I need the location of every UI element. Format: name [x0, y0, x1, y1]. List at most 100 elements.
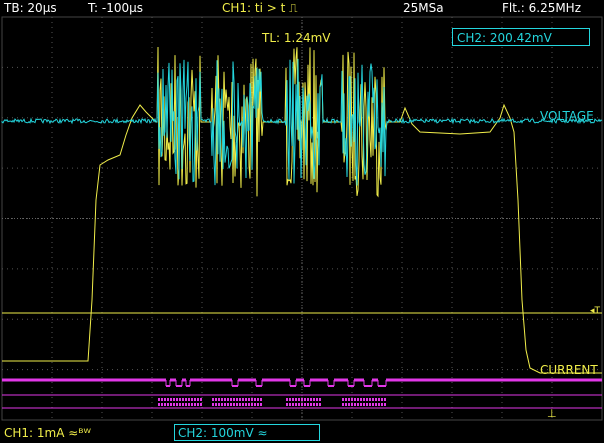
digital-packet-mark: [369, 403, 371, 406]
status-bar: TB: 20µs T: -100µs CH1: ti > t ⎍ 25MSa F…: [0, 0, 604, 16]
digital-packet-mark: [304, 403, 306, 406]
digital-packet-mark: [179, 398, 181, 401]
digital-packet-mark: [191, 403, 193, 406]
digital-packet-mark: [342, 398, 344, 401]
digital-packet-mark: [173, 403, 175, 406]
digital-packet-mark: [200, 398, 202, 401]
digital-packet-mark: [176, 403, 178, 406]
digital-packet-mark: [357, 398, 359, 401]
digital-packet-mark: [354, 403, 356, 406]
digital-packet-mark: [212, 398, 214, 401]
digital-packet-mark: [319, 398, 321, 401]
digital-packet-mark: [363, 403, 365, 406]
digital-packet-mark: [375, 403, 377, 406]
digital-packet-mark: [164, 403, 166, 406]
digital-packet-mark: [170, 398, 172, 401]
digital-packet-mark: [357, 403, 359, 406]
digital-packet-mark: [286, 398, 288, 401]
digital-packet-mark: [342, 403, 344, 406]
digital-packet-mark: [295, 403, 297, 406]
digital-packet-mark: [242, 398, 244, 401]
digital-packet-mark: [239, 403, 241, 406]
digital-packet-mark: [345, 403, 347, 406]
digital-packet-mark: [236, 398, 238, 401]
digital-packet-mark: [310, 398, 312, 401]
digital-packet-mark: [316, 398, 318, 401]
digital-packet-mark: [360, 398, 362, 401]
ch2-measurement-box[interactable]: CH2: 200.42mV: [452, 28, 590, 46]
digital-packet-mark: [257, 398, 259, 401]
digital-packet-mark: [170, 403, 172, 406]
digital-packet-mark: [194, 403, 196, 406]
digital-packet-mark: [173, 398, 175, 401]
ch2-scale-readout[interactable]: CH2: 100mV ≈: [174, 424, 320, 441]
digital-packet-mark: [215, 403, 217, 406]
digital-packet-mark: [245, 398, 247, 401]
digital-packet-mark: [384, 398, 386, 401]
digital-packet-mark: [233, 398, 235, 401]
digital-packet-mark: [158, 403, 160, 406]
digital-packet-mark: [179, 403, 181, 406]
digital-packet-mark: [348, 403, 350, 406]
digital-packet-mark: [360, 403, 362, 406]
digital-packet-mark: [366, 403, 368, 406]
digital-packet-mark: [369, 398, 371, 401]
digital-packet-mark: [227, 403, 229, 406]
digital-packet-mark: [372, 403, 374, 406]
digital-packet-mark: [215, 398, 217, 401]
digital-packet-mark: [260, 403, 262, 406]
digital-packet-mark: [251, 403, 253, 406]
ground-marker-icon[interactable]: ⊥: [547, 407, 557, 420]
oscilloscope-screen: TB: 20µs T: -100µs CH1: ti > t ⎍ 25MSa F…: [0, 0, 604, 443]
digital-packet-mark: [295, 398, 297, 401]
digital-packet-mark: [194, 398, 196, 401]
digital-packet-mark: [378, 403, 380, 406]
digital-packet-mark: [345, 398, 347, 401]
digital-packet-mark: [167, 403, 169, 406]
current-trace-label: CURRENT: [540, 363, 598, 377]
trigger-condition-readout[interactable]: CH1: ti > t ⎍: [222, 0, 298, 16]
digital-packet-mark: [161, 403, 163, 406]
filter-readout[interactable]: Flt.: 6.25MHz: [502, 0, 581, 16]
digital-packet-mark: [188, 403, 190, 406]
digital-packet-mark: [298, 398, 300, 401]
digital-packet-mark: [298, 403, 300, 406]
digital-packet-mark: [381, 403, 383, 406]
digital-packet-mark: [185, 398, 187, 401]
digital-packet-mark: [363, 398, 365, 401]
digital-packet-mark: [218, 403, 220, 406]
digital-packet-mark: [381, 398, 383, 401]
digital-packet-mark: [351, 403, 353, 406]
digital-packet-mark: [227, 398, 229, 401]
digital-packet-mark: [289, 398, 291, 401]
digital-packet-mark: [292, 398, 294, 401]
trigger-level-marker-icon[interactable]: ◂T: [590, 306, 600, 316]
sample-rate-readout: 25MSa: [403, 1, 444, 15]
digital-packet-mark: [301, 403, 303, 406]
digital-packet-mark: [242, 403, 244, 406]
ch1-scale-readout[interactable]: CH1: 1mA ≈ᴮᵂ: [4, 423, 91, 443]
digital-packet-mark: [375, 398, 377, 401]
digital-packet-mark: [310, 403, 312, 406]
digital-packet-mark: [224, 403, 226, 406]
trigger-level-readout: TL: 1.24mV: [262, 31, 331, 45]
digital-packet-mark: [158, 398, 160, 401]
digital-packet-mark: [348, 398, 350, 401]
digital-packet-mark: [233, 403, 235, 406]
digital-packet-mark: [372, 398, 374, 401]
digital-packet-mark: [224, 398, 226, 401]
digital-packet-mark: [289, 403, 291, 406]
digital-packet-mark: [378, 398, 380, 401]
digital-packet-mark: [254, 398, 256, 401]
trigger-time-readout[interactable]: T: -100µs: [88, 0, 143, 16]
digital-packet-mark: [301, 398, 303, 401]
digital-packet-mark: [251, 398, 253, 401]
digital-packet-mark: [245, 403, 247, 406]
timebase-readout[interactable]: TB: 20µs: [4, 0, 57, 16]
digital-packet-mark: [182, 398, 184, 401]
digital-packet-mark: [313, 398, 315, 401]
voltage-trace-label: VOLTAGE: [540, 109, 594, 123]
digital-packet-mark: [257, 403, 259, 406]
digital-packet-mark: [182, 403, 184, 406]
digital-packet-mark: [307, 398, 309, 401]
